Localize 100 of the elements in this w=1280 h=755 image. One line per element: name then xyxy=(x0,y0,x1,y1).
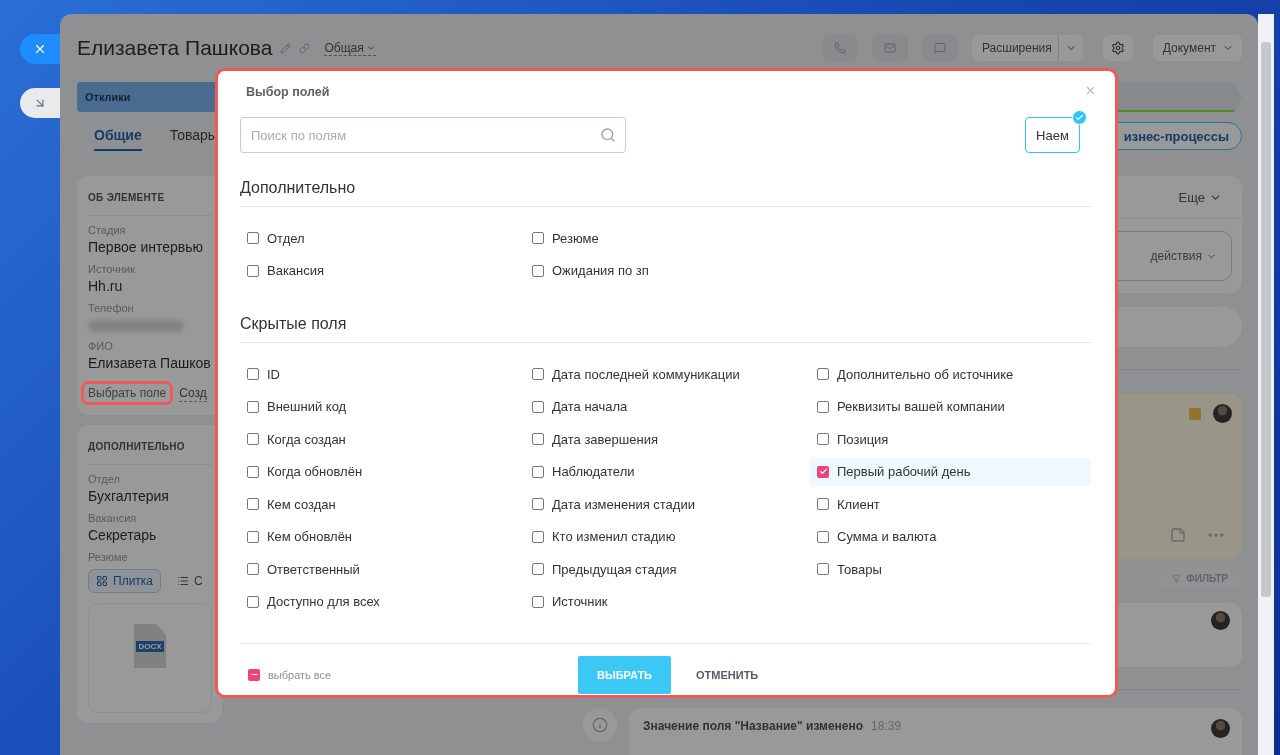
field-option[interactable]: Доступно для всех xyxy=(240,587,521,616)
close-icon xyxy=(1084,84,1097,97)
view-toggle[interactable]: Плитка xyxy=(88,569,161,593)
field-option[interactable]: Кем создан xyxy=(240,490,521,518)
field-option[interactable]: ID xyxy=(240,360,521,388)
checkbox[interactable] xyxy=(532,264,544,277)
avatar xyxy=(1213,404,1232,423)
field-value: Елизавета Пашков xyxy=(88,355,212,371)
field-option[interactable]: Кем обновлён xyxy=(240,522,521,551)
check-icon xyxy=(1072,110,1087,125)
checkbox[interactable] xyxy=(532,595,544,608)
close-icon xyxy=(33,42,47,56)
field-option[interactable]: Позиция xyxy=(810,425,1091,453)
field-option[interactable]: Первый рабочий день xyxy=(810,457,1091,486)
extensions-button[interactable]: Расширения xyxy=(971,35,1083,61)
checkbox[interactable] xyxy=(532,465,544,478)
field-option[interactable]: Когда создан xyxy=(240,425,521,453)
field-option[interactable]: Товары xyxy=(810,555,1091,583)
field-option[interactable]: Наблюдатели xyxy=(525,457,806,486)
checkbox[interactable] xyxy=(247,433,259,445)
field-value: Первое интервью xyxy=(88,239,204,255)
checkbox[interactable] xyxy=(817,400,829,413)
checkbox[interactable] xyxy=(247,232,259,244)
envelope-icon xyxy=(883,42,896,54)
collapse-button[interactable] xyxy=(20,88,60,118)
field-option[interactable]: Реквизиты вашей компании xyxy=(810,392,1091,421)
field-value: Бухгалтерия xyxy=(88,488,170,504)
section-title: Скрытые поля xyxy=(240,315,1091,343)
field-value: Секретарь xyxy=(88,527,158,543)
search-field[interactable]: Поиск по полям xyxy=(240,117,626,153)
checkbox[interactable] xyxy=(532,368,544,380)
close-button[interactable] xyxy=(20,34,60,64)
checkbox[interactable] xyxy=(247,400,259,413)
checkbox[interactable] xyxy=(247,595,259,608)
checkbox[interactable] xyxy=(817,530,829,543)
more-menu[interactable]: Еще xyxy=(1178,189,1222,205)
field-label: Телефон xyxy=(88,302,135,314)
checkbox[interactable] xyxy=(817,563,829,575)
field-option[interactable]: Вакансия xyxy=(240,256,521,285)
info-icon xyxy=(592,717,608,733)
checkbox[interactable] xyxy=(247,264,259,277)
list-icon xyxy=(177,575,189,587)
chat-icon xyxy=(933,42,946,54)
checkbox[interactable] xyxy=(247,530,259,543)
field-link[interactable]: Выбрать поле xyxy=(81,381,174,405)
field-option[interactable]: Предыдущая стадия xyxy=(525,555,806,583)
card-heading: ДОПОЛНИТЕЛЬНО xyxy=(88,437,212,465)
field-label: Вакансия xyxy=(88,512,138,524)
checkbox[interactable] xyxy=(248,668,260,681)
field-option[interactable]: Клиент xyxy=(810,490,1091,518)
checkbox[interactable] xyxy=(817,433,829,445)
field-option[interactable]: Ожидания по зп xyxy=(525,256,806,285)
check-icon xyxy=(818,467,828,476)
field-label: Резюме xyxy=(88,551,129,563)
field-link[interactable]: Созд xyxy=(179,384,207,402)
field-option[interactable]: Когда обновлён xyxy=(240,457,521,486)
view-toggle[interactable]: С xyxy=(169,569,211,593)
filter-icon xyxy=(1172,574,1182,583)
settings-button[interactable] xyxy=(1102,35,1133,61)
settings-icon xyxy=(1110,41,1125,55)
checkbox[interactable] xyxy=(247,465,259,478)
field-option[interactable]: Внешний код xyxy=(240,392,521,421)
checkbox[interactable] xyxy=(532,498,544,510)
checkbox[interactable] xyxy=(247,498,259,510)
field-option[interactable]: Дата последней коммуникации xyxy=(525,360,806,388)
checkbox[interactable] xyxy=(532,530,544,543)
cancel-button[interactable]: ОТМЕНИТЬ xyxy=(677,655,778,694)
checkbox[interactable] xyxy=(817,465,829,478)
checkbox[interactable] xyxy=(247,368,259,380)
field-option[interactable]: Кто изменил стадию xyxy=(525,522,806,551)
checkbox[interactable] xyxy=(247,563,259,575)
field-option[interactable]: Дата изменения стадии xyxy=(525,490,806,518)
field-label: Стадия xyxy=(88,224,127,236)
field-option[interactable]: Ответственный xyxy=(240,555,521,583)
document-button[interactable]: Документ xyxy=(1152,35,1242,61)
card-heading: ОБ ЭЛЕМЕНТЕ xyxy=(88,188,212,216)
field-option[interactable]: Отдел xyxy=(240,224,521,252)
field-option[interactable]: Сумма и валюта xyxy=(810,522,1091,551)
checkbox[interactable] xyxy=(532,232,544,244)
field-option[interactable]: Дата начала xyxy=(525,392,806,421)
scrollbar-thumb[interactable] xyxy=(1261,42,1271,597)
checkbox[interactable] xyxy=(532,563,544,575)
field-option[interactable]: Резюме xyxy=(525,224,806,252)
file-tile[interactable]: DOCX xyxy=(88,603,212,713)
category-dropdown[interactable]: Общая xyxy=(324,40,376,56)
search-icon[interactable] xyxy=(600,127,616,143)
checkbox[interactable] xyxy=(532,433,544,445)
avatar xyxy=(1211,719,1230,738)
checkbox[interactable] xyxy=(817,498,829,510)
field-label: Отдел xyxy=(88,473,121,485)
field-option[interactable]: Источник xyxy=(525,587,806,616)
field-option[interactable]: Дата завершения xyxy=(525,425,806,453)
checkbox[interactable] xyxy=(532,400,544,413)
field-label: Источник xyxy=(88,263,136,275)
record-title: Елизавета Пашкова xyxy=(77,36,273,60)
section-title: Дополнительно xyxy=(240,179,1091,207)
field-option[interactable]: Дополнительно об источнике xyxy=(810,360,1091,388)
avatar xyxy=(1211,611,1230,630)
checkbox[interactable] xyxy=(817,368,829,380)
field-value: Hh.ru xyxy=(88,278,124,294)
